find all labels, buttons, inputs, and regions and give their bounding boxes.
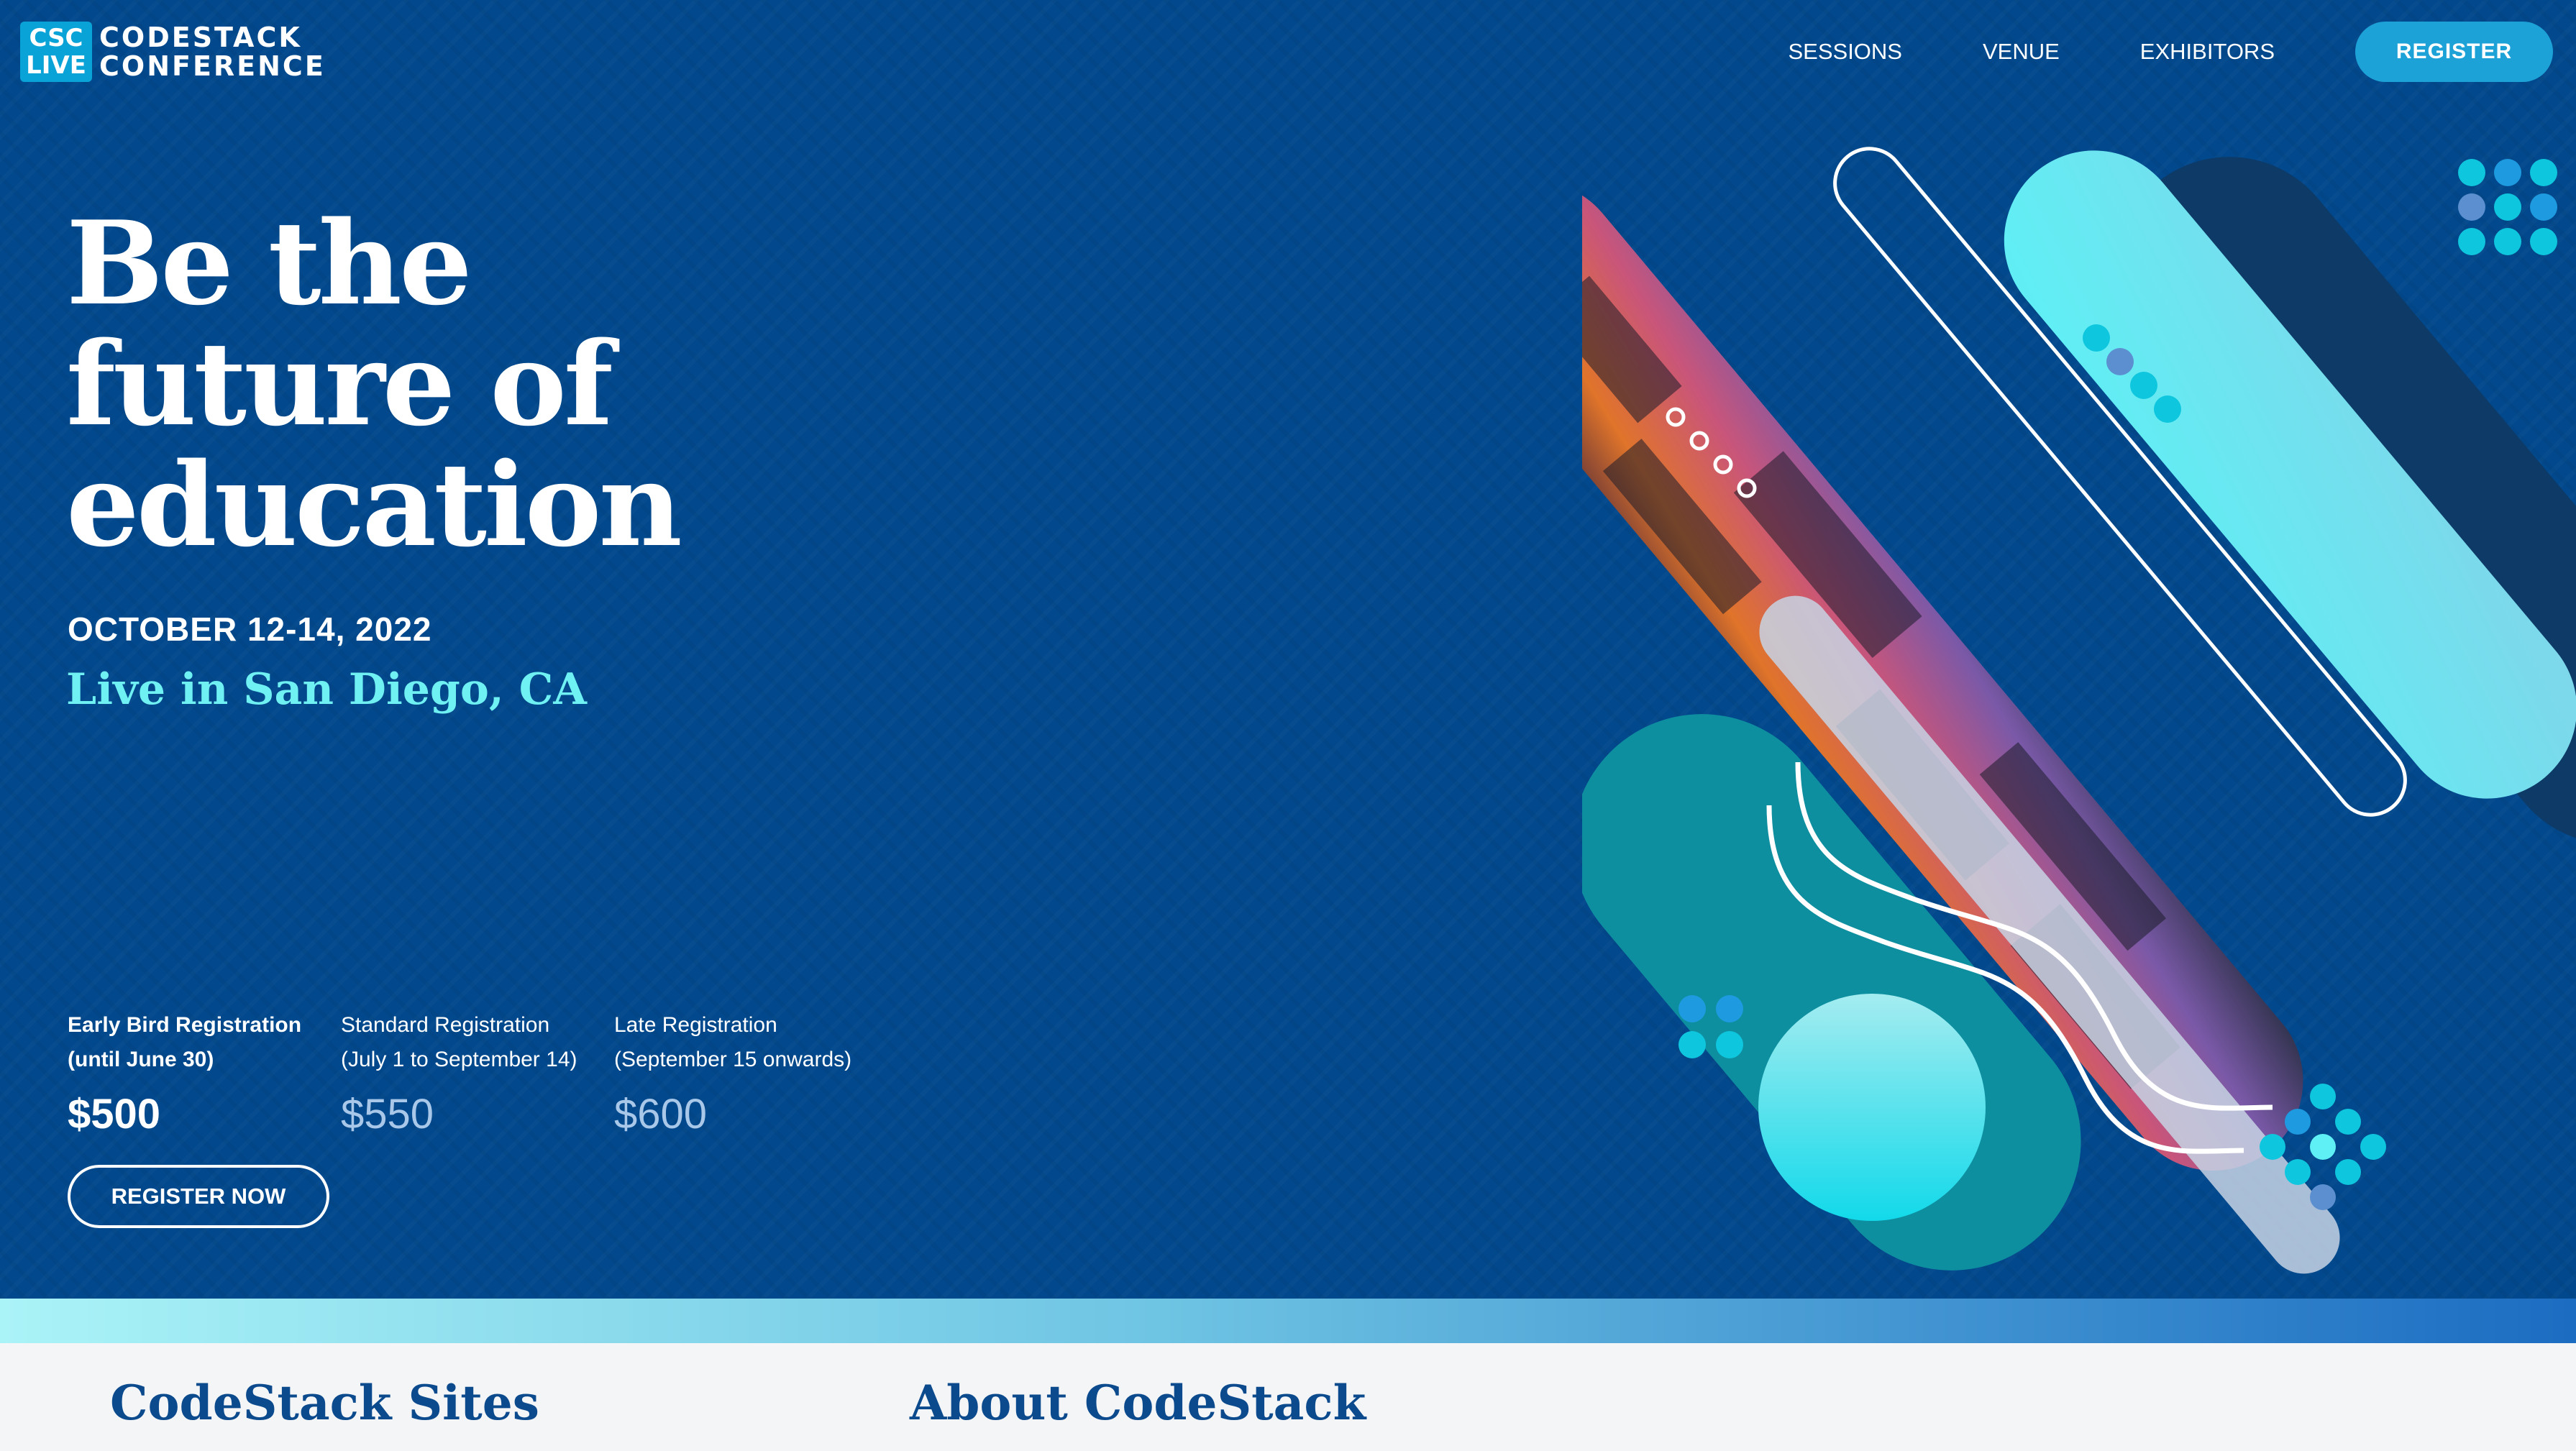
tier-price: $550	[341, 1091, 434, 1138]
event-location: Live in San Diego, CA	[66, 664, 587, 715]
logo[interactable]: CSC LIVE CODESTACK CONFERENCE	[20, 22, 326, 82]
event-dates: OCTOBER 12-14, 2022	[68, 610, 432, 648]
logo-wordmark: CODESTACK CONFERENCE	[99, 23, 326, 81]
tier-name: Late Registration	[614, 1013, 777, 1037]
nav-exhibitors[interactable]: EXHIBITORS	[2140, 39, 2275, 65]
sites-heading: CodeStack Sites	[110, 1375, 539, 1431]
tier-price: $600	[614, 1091, 708, 1138]
logo-mark: CSC LIVE	[20, 22, 92, 82]
logo-abbr-bottom: LIVE	[26, 51, 86, 80]
main-nav: SESSIONS VENUE EXHIBITORS REGISTER	[1788, 22, 2553, 82]
about-heading: About CodeStack	[910, 1375, 1366, 1431]
nav-venue[interactable]: VENUE	[1983, 39, 2060, 65]
tier-name: Standard Registration	[341, 1013, 550, 1037]
headline-line-2: future of	[66, 316, 613, 452]
tier-range: (July 1 to September 14)	[341, 1048, 577, 1071]
hero-section: CSC LIVE CODESTACK CONFERENCE SESSIONS V…	[0, 0, 2576, 1299]
logo-name-top: CODESTACK	[99, 22, 302, 53]
tier-range: (until June 30)	[68, 1048, 214, 1071]
logo-abbr-top: CSC	[29, 24, 83, 52]
cyan-ball	[1758, 994, 1986, 1221]
tier-price: $500	[68, 1091, 161, 1138]
hero-illustration	[1582, 147, 2576, 1274]
nav-register-button[interactable]: REGISTER	[2355, 22, 2553, 82]
gradient-divider	[0, 1299, 2576, 1343]
tier-early-bird: Early Bird Registration (until June 30) …	[68, 1008, 341, 1138]
logo-name-bottom: CONFERENCE	[99, 50, 326, 82]
hero-headline: Be the future of education	[66, 203, 682, 565]
register-now-button[interactable]: REGISTER NOW	[68, 1165, 329, 1228]
tier-name: Early Bird Registration	[68, 1013, 302, 1037]
footer-section: CodeStack Sites About CodeStack	[0, 1343, 2576, 1451]
dots-top-right	[2458, 159, 2557, 255]
tier-range: (September 15 onwards)	[614, 1048, 852, 1071]
headline-line-1: Be the	[66, 196, 472, 331]
tier-late: Late Registration (September 15 onwards)…	[614, 1008, 887, 1138]
pricing-tiers: Early Bird Registration (until June 30) …	[68, 1008, 887, 1138]
headline-line-3: education	[66, 437, 682, 572]
tier-standard: Standard Registration (July 1 to Septemb…	[341, 1008, 614, 1138]
nav-sessions[interactable]: SESSIONS	[1788, 39, 1902, 65]
